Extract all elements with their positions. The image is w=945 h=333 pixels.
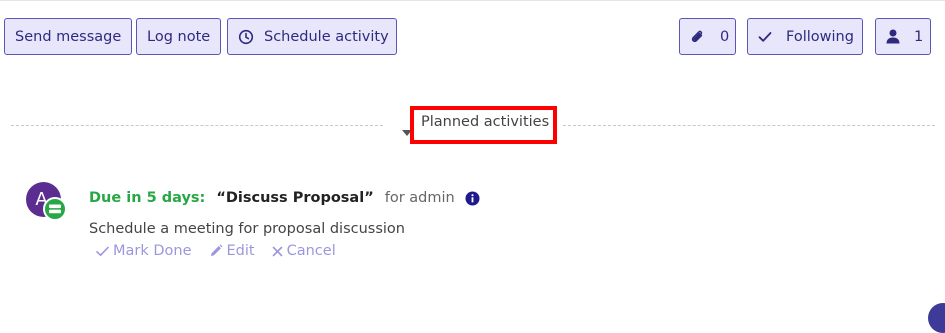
activity-actions: Mark Done Edit Cancel	[96, 243, 353, 259]
following-button[interactable]: Following	[747, 18, 863, 55]
attachments-button[interactable]: 0	[679, 18, 736, 55]
followers-button[interactable]: 1	[875, 18, 931, 55]
cancel-label: Cancel	[286, 243, 336, 259]
send-message-label: Send message	[15, 28, 122, 45]
paperclip-icon	[690, 29, 706, 45]
clock-icon	[238, 29, 254, 45]
check-icon	[96, 246, 109, 256]
followers-count: 1	[914, 28, 924, 45]
log-note-button[interactable]: Log note	[136, 18, 222, 55]
activity-badge-icon	[43, 197, 67, 221]
attachments-count: 0	[720, 28, 730, 45]
log-note-label: Log note	[147, 28, 211, 45]
user-icon	[886, 29, 900, 44]
top-border	[0, 0, 945, 1]
mark-done-button[interactable]: Mark Done	[96, 243, 192, 259]
send-message-button[interactable]: Send message	[4, 18, 133, 55]
cancel-button[interactable]: Cancel	[272, 243, 336, 259]
schedule-activity-label: Schedule activity	[264, 28, 389, 45]
chat-launcher-button[interactable]	[928, 303, 945, 333]
highlight-box	[410, 106, 557, 144]
activity-header: Due in 5 days: “Discuss Proposal” for ad…	[89, 190, 480, 206]
edit-button[interactable]: Edit	[209, 243, 255, 259]
separator-line-left	[11, 125, 383, 126]
separator-line-right	[563, 125, 935, 126]
activity-note: Schedule a meeting for proposal discussi…	[89, 221, 405, 237]
close-icon	[272, 246, 282, 256]
pencil-icon	[210, 244, 223, 256]
info-icon[interactable]	[465, 191, 480, 206]
due-label: Due in 5 days:	[89, 190, 206, 206]
following-label: Following	[786, 28, 854, 45]
schedule-activity-button[interactable]: Schedule activity	[227, 18, 397, 55]
check-icon	[758, 31, 772, 43]
mark-done-label: Mark Done	[113, 243, 192, 259]
activity-summary: “Discuss Proposal”	[216, 190, 374, 206]
activity-assignee: for admin	[384, 190, 455, 206]
edit-label: Edit	[226, 243, 255, 259]
